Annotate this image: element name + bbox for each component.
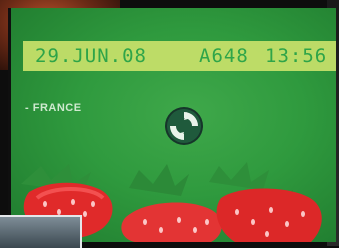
background-bottom-left: [0, 215, 82, 248]
country-of-origin: - FRANCE: [25, 102, 82, 114]
green-dot-icon: [165, 107, 203, 145]
print-date: 29.JUN.08: [35, 45, 147, 67]
print-code: A648: [199, 45, 249, 67]
print-time: 13:56: [265, 45, 328, 67]
date-print-band: 29.JUN.08 A648 13:56: [23, 41, 336, 71]
package-label: 29.JUN.08 A648 13:56 - FRANCE: [8, 8, 336, 242]
